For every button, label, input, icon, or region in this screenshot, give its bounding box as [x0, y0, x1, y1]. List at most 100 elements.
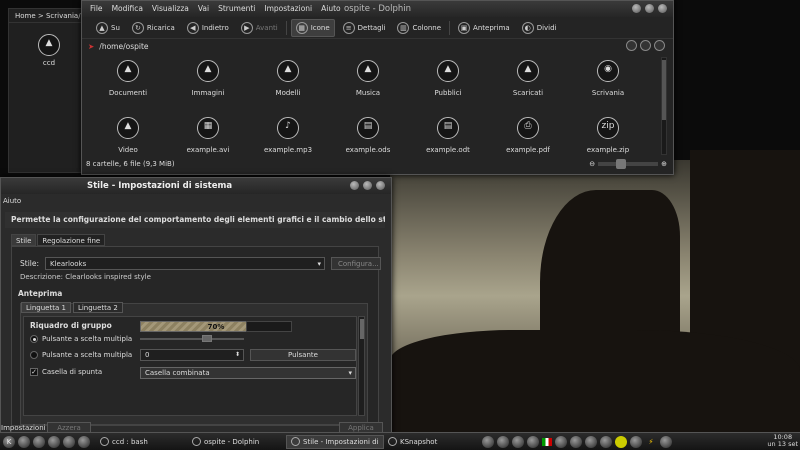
- slider-handle[interactable]: [202, 335, 212, 342]
- tray-bluetooth-icon[interactable]: [585, 435, 597, 448]
- tray-notify-icon[interactable]: [615, 435, 627, 448]
- preview-scrollbar[interactable]: [358, 316, 365, 416]
- details-view-button[interactable]: ≡ Dettagli: [339, 19, 390, 37]
- style-panel: Stile: Klearlooks ▾ Configura... Descrizi…: [11, 246, 382, 426]
- tray-network-icon[interactable]: [497, 435, 509, 448]
- file-icon: ▲: [194, 57, 222, 85]
- file-name: Modelli: [275, 89, 301, 97]
- scrollbar-thumb[interactable]: [360, 319, 364, 339]
- pager-icon[interactable]: [78, 435, 90, 448]
- task-dolphin[interactable]: ospite - Dolphin: [188, 435, 286, 449]
- file-item[interactable]: ⎙ example.pdf: [488, 114, 568, 154]
- radio-button-2[interactable]: Pulsante a scelta multipla: [30, 351, 132, 359]
- maximize-button[interactable]: [363, 181, 372, 190]
- task-ksnapshot[interactable]: KSnapshot: [384, 435, 472, 449]
- clear-location-icon[interactable]: [626, 40, 637, 51]
- file-item[interactable]: zip example.zip: [568, 114, 648, 154]
- file-item[interactable]: ▲ Documenti: [88, 57, 168, 97]
- file-item[interactable]: ▲ Video: [88, 114, 168, 154]
- zoom-in-icon[interactable]: ⊕: [661, 160, 667, 168]
- clock[interactable]: 10:08 un 13 set: [767, 434, 798, 448]
- file-name: Video: [118, 146, 138, 154]
- tab-linguetta-2[interactable]: Linguetta 2: [72, 302, 123, 313]
- reload-button[interactable]: ↻ Ricarica: [128, 19, 179, 37]
- tray-display-icon[interactable]: [482, 435, 494, 448]
- scrollbar-thumb[interactable]: [662, 60, 666, 120]
- preview-push-button[interactable]: Pulsante: [250, 349, 356, 361]
- split-button[interactable]: ◐ Dividi: [518, 19, 561, 37]
- preview-slider[interactable]: [140, 335, 244, 342]
- file-manager-icon[interactable]: [18, 435, 30, 448]
- minimize-button[interactable]: [632, 4, 641, 13]
- help-menu[interactable]: Aiuto: [1, 194, 391, 208]
- back-button[interactable]: ◀ Indietro: [183, 19, 233, 37]
- style-settings-window: Stile - Impostazioni di sistema Aiuto Pe…: [0, 177, 392, 439]
- browser-icon[interactable]: [33, 435, 45, 448]
- tray-battery-icon[interactable]: [600, 435, 612, 448]
- spin-arrows-icon[interactable]: ⬍: [235, 349, 240, 360]
- spin-box[interactable]: 0 ⬍: [140, 349, 244, 361]
- task-label: KSnapshot: [400, 437, 438, 446]
- tab-fine-tuning[interactable]: Regolazione fine: [37, 234, 106, 246]
- forward-button[interactable]: ▶ Avanti: [237, 19, 282, 37]
- tray-clipboard-icon[interactable]: [512, 435, 524, 448]
- file-name: example.zip: [586, 146, 630, 154]
- maximize-button[interactable]: [645, 4, 654, 13]
- location-path[interactable]: /home/ospite: [99, 42, 148, 51]
- dropdown-icon[interactable]: [640, 40, 651, 51]
- file-item[interactable]: ▤ example.odt: [408, 114, 488, 154]
- tab-style[interactable]: Stile: [11, 234, 37, 246]
- preview-button[interactable]: ▣ Anteprima: [454, 19, 514, 37]
- file-item[interactable]: ♪ example.mp3: [248, 114, 328, 154]
- file-view: ▲ Documenti ▲ Immagini ▲ Modelli ▲ Musica ▲ Pubbl…: [88, 57, 658, 157]
- zoom-slider-handle[interactable]: [616, 159, 627, 169]
- up-label: Su: [111, 23, 120, 32]
- tray-gear-icon[interactable]: [570, 435, 582, 448]
- desktop-item[interactable]: ▲ ccd: [35, 31, 63, 67]
- file-icon: ▲: [354, 57, 382, 85]
- file-item[interactable]: ▲ Pubblici: [408, 57, 488, 97]
- style-select[interactable]: Klearlooks ▾: [45, 257, 326, 270]
- file-icon: ⎙: [514, 114, 542, 142]
- tray-lightning-icon[interactable]: ⚡: [645, 436, 657, 448]
- file-icon: ▲: [114, 114, 142, 142]
- flag-italy-icon[interactable]: [542, 437, 552, 446]
- file-name: Scaricati: [512, 89, 544, 97]
- checkbox[interactable]: ✓ Casella di spunta: [30, 368, 102, 376]
- file-item[interactable]: ◉ Scrivania: [568, 57, 648, 97]
- configure-button[interactable]: Configura...: [331, 257, 382, 270]
- breadcrumb[interactable]: Home > Scrivania/: [9, 9, 82, 23]
- location-bar[interactable]: ➤ /home/ospite: [82, 39, 673, 53]
- close-button[interactable]: [658, 4, 667, 13]
- tray-user-icon[interactable]: [660, 435, 672, 448]
- kde-menu-icon[interactable]: K: [3, 435, 15, 448]
- radio-button-1[interactable]: Pulsante a scelta multipla: [30, 335, 132, 343]
- file-view-scrollbar[interactable]: [661, 57, 667, 155]
- style-titlebar[interactable]: Stile - Impostazioni di sistema: [1, 178, 391, 194]
- columns-view-button[interactable]: ▥ Colonne: [393, 19, 445, 37]
- terminal-icon[interactable]: [63, 435, 75, 448]
- tray-power-icon[interactable]: [630, 435, 642, 448]
- zoom-out-icon[interactable]: ⊖: [589, 160, 595, 168]
- minimize-button[interactable]: [350, 181, 359, 190]
- file-item[interactable]: ▤ example.ods: [328, 114, 408, 154]
- file-item[interactable]: ▲ Modelli: [248, 57, 328, 97]
- zoom-slider[interactable]: [598, 159, 659, 169]
- file-item[interactable]: ▦ example.avi: [168, 114, 248, 154]
- file-item[interactable]: ▲ Musica: [328, 57, 408, 97]
- tab-linguetta-1[interactable]: Linguetta 1: [21, 302, 71, 313]
- file-item[interactable]: ▲ Immagini: [168, 57, 248, 97]
- icons-view-button[interactable]: ▦ Icone: [290, 18, 335, 37]
- settings-icon[interactable]: [48, 435, 60, 448]
- dolphin-titlebar[interactable]: File Modifica Visualizza Vai Strumenti I…: [82, 1, 673, 17]
- tray-update-icon[interactable]: [555, 435, 567, 448]
- tray-volume-icon[interactable]: [527, 435, 539, 448]
- edit-location-icon[interactable]: [654, 40, 665, 51]
- file-item[interactable]: ▲ Scaricati: [488, 57, 568, 97]
- close-button[interactable]: [376, 181, 385, 190]
- task-bash[interactable]: ccd : bash: [96, 435, 188, 449]
- task-style-settings[interactable]: Stile - Impostazioni di: [286, 434, 384, 449]
- combo-box[interactable]: Casella combinata ▾: [140, 367, 356, 379]
- radio-label: Pulsante a scelta multipla: [42, 335, 133, 343]
- up-button[interactable]: ▲ Su: [92, 19, 124, 37]
